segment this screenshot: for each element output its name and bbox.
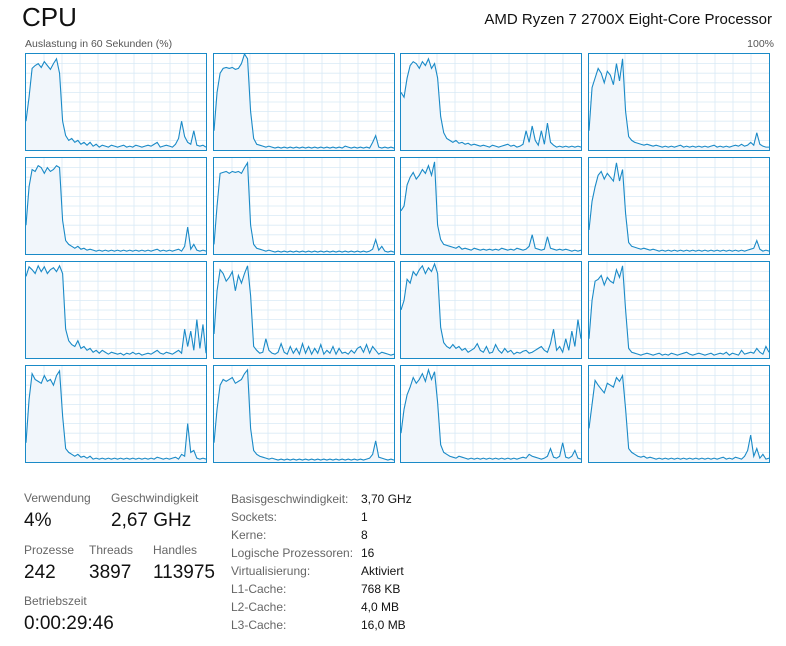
core-graph	[25, 157, 207, 255]
processes-label: Prozesse	[24, 543, 75, 557]
uptime-label: Betriebszeit	[24, 594, 87, 608]
handles-value: 113975	[153, 562, 215, 583]
handles-label: Handles	[153, 543, 198, 557]
core-graph	[400, 157, 583, 255]
detail-value: 16	[361, 546, 375, 560]
core-graph	[212, 365, 395, 463]
core-graph	[25, 365, 207, 463]
detail-value: 1	[361, 510, 368, 524]
uptime-value: 0:00:29:46	[24, 613, 114, 634]
core-graph-svg	[213, 158, 394, 254]
core-graph	[588, 157, 770, 255]
core-graph-svg	[26, 54, 206, 150]
speed-value: 2,67 GHz	[111, 510, 192, 531]
core-graph-svg	[213, 366, 394, 462]
detail-label: L3-Cache:	[231, 618, 287, 632]
detail-label: Kerne:	[231, 528, 267, 542]
detail-value: 3,70 GHz	[361, 492, 412, 506]
core-graph-svg	[26, 366, 206, 462]
axis-label: Auslastung in 60 Sekunden (%)	[25, 38, 173, 50]
cpu-core-graphs	[25, 53, 774, 466]
core-graph-svg	[401, 262, 582, 358]
detail-value: 16,0 MB	[361, 618, 406, 632]
core-graph	[400, 365, 583, 463]
axis-max: 100%	[747, 38, 774, 50]
detail-label: Logische Prozessoren:	[231, 546, 354, 560]
core-graph	[25, 53, 207, 151]
detail-value: 4,0 MB	[361, 600, 400, 614]
usage-value: 4%	[24, 510, 52, 531]
detail-value: Aktiviert	[361, 564, 404, 578]
detail-label: Basisgeschwindigkeit:	[231, 492, 349, 506]
core-graph	[588, 365, 770, 463]
core-graph-svg	[401, 158, 582, 254]
detail-value: 768 KB	[361, 582, 401, 596]
detail-label: Sockets:	[231, 510, 278, 524]
core-graph-svg	[589, 158, 769, 254]
cpu-title: CPU	[22, 2, 77, 32]
processes-value: 242	[24, 562, 56, 583]
processor-name: AMD Ryzen 7 2700X Eight-Core Processor	[484, 11, 772, 28]
core-graph	[588, 53, 770, 151]
core-graph-svg	[213, 54, 394, 150]
core-graph	[400, 261, 583, 359]
detail-value: 8	[361, 528, 368, 542]
core-graph-svg	[589, 54, 769, 150]
core-graph-svg	[589, 366, 769, 462]
core-graph	[588, 261, 770, 359]
core-graph-svg	[401, 54, 582, 150]
threads-label: Threads	[89, 543, 134, 557]
core-graph	[212, 261, 395, 359]
core-graph	[212, 53, 395, 151]
core-graph-svg	[213, 262, 394, 358]
core-graph	[400, 53, 583, 151]
core-graph-svg	[26, 262, 206, 358]
detail-label: Virtualisierung:	[231, 564, 311, 578]
core-graph-svg	[401, 366, 582, 462]
usage-label: Verwendung	[24, 491, 91, 505]
speed-label: Geschwindigkeit	[111, 491, 199, 505]
detail-label: L1-Cache:	[231, 582, 287, 596]
core-graph-svg	[589, 262, 769, 358]
core-graph-svg	[26, 158, 206, 254]
core-graph	[25, 261, 207, 359]
core-graph	[212, 157, 395, 255]
detail-label: L2-Cache:	[231, 600, 287, 614]
threads-value: 3897	[89, 562, 132, 583]
